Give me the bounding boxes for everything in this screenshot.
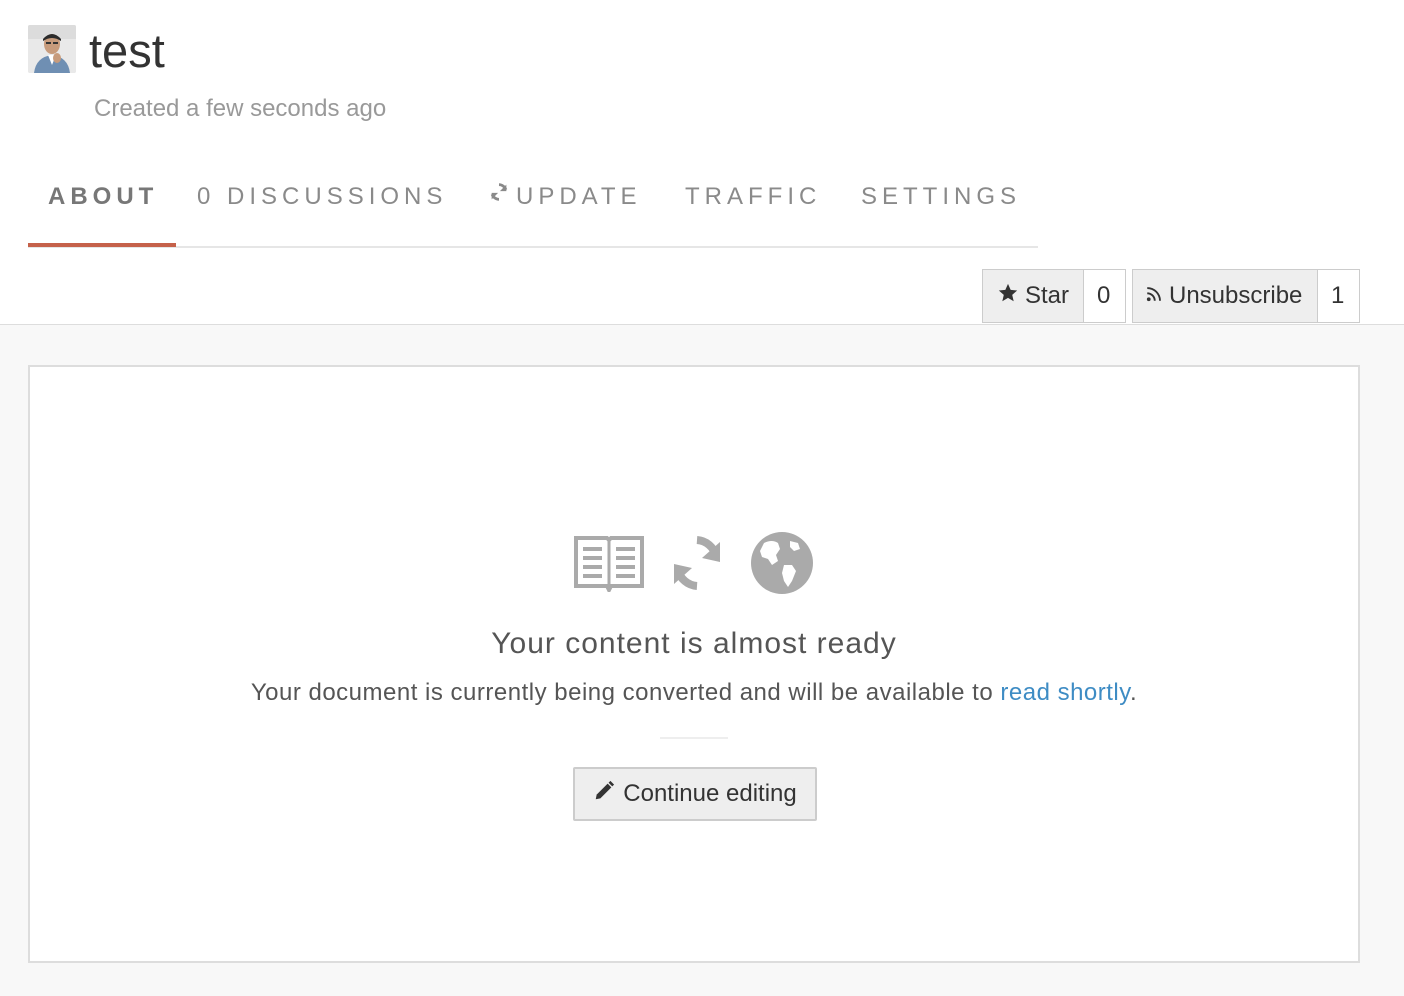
tab-label: 0 DISCUSSIONS bbox=[197, 183, 448, 210]
tab-label: UPDATE bbox=[516, 183, 642, 210]
tab-traffic[interactable]: TRAFFIC bbox=[685, 182, 821, 212]
page-title: test bbox=[89, 24, 165, 77]
continue-editing-button[interactable]: Continue editing bbox=[573, 767, 817, 821]
star-button[interactable]: Star bbox=[982, 269, 1084, 323]
continue-editing-label: Continue editing bbox=[623, 780, 797, 807]
status-icons bbox=[30, 529, 1358, 601]
tab-label: TRAFFIC bbox=[685, 183, 822, 210]
status-headline: Your content is almost ready bbox=[491, 627, 897, 660]
star-group: Star 0 bbox=[982, 269, 1126, 323]
project-header: test Created a few seconds ago ABOUT 0 D… bbox=[0, 0, 1404, 324]
conversion-status-panel: Your content is almost ready Your docume… bbox=[28, 365, 1360, 963]
status-message: Your document is currently being convert… bbox=[30, 679, 1358, 707]
tab-label: SETTINGS bbox=[861, 183, 1022, 210]
page: test Created a few seconds ago ABOUT 0 D… bbox=[0, 0, 1404, 996]
subscribe-group: Unsubscribe 1 bbox=[1132, 269, 1360, 323]
star-count: 0 bbox=[1084, 269, 1126, 323]
tab-about[interactable]: ABOUT bbox=[48, 182, 158, 212]
tab-label: ABOUT bbox=[48, 183, 159, 210]
unsubscribe-button[interactable]: Unsubscribe bbox=[1132, 269, 1318, 323]
avatar[interactable] bbox=[28, 25, 76, 73]
read-shortly-link[interactable]: read shortly bbox=[1000, 679, 1130, 706]
message-suffix: . bbox=[1129, 679, 1138, 706]
active-tab-indicator bbox=[28, 243, 176, 247]
pencil-icon bbox=[593, 780, 615, 809]
globe-icon bbox=[750, 531, 814, 600]
divider bbox=[660, 737, 728, 739]
tab-bar: ABOUT 0 DISCUSSIONS UPDATE TRAFFIC SETTI… bbox=[28, 164, 1038, 248]
tab-discussions[interactable]: 0 DISCUSSIONS bbox=[197, 182, 447, 212]
refresh-icon bbox=[488, 181, 510, 211]
tab-settings[interactable]: SETTINGS bbox=[861, 182, 1021, 212]
star-icon bbox=[997, 282, 1019, 311]
book-icon bbox=[574, 534, 644, 597]
message-text: Your document is currently being convert… bbox=[250, 679, 1001, 706]
unsubscribe-label: Unsubscribe bbox=[1169, 282, 1303, 309]
star-label: Star bbox=[1025, 282, 1070, 309]
refresh-icon bbox=[668, 528, 726, 603]
subscriber-count: 1 bbox=[1318, 269, 1360, 323]
rss-icon bbox=[1145, 282, 1163, 310]
tab-update[interactable]: UPDATE bbox=[488, 182, 642, 213]
created-timestamp: Created a few seconds ago bbox=[94, 95, 387, 122]
